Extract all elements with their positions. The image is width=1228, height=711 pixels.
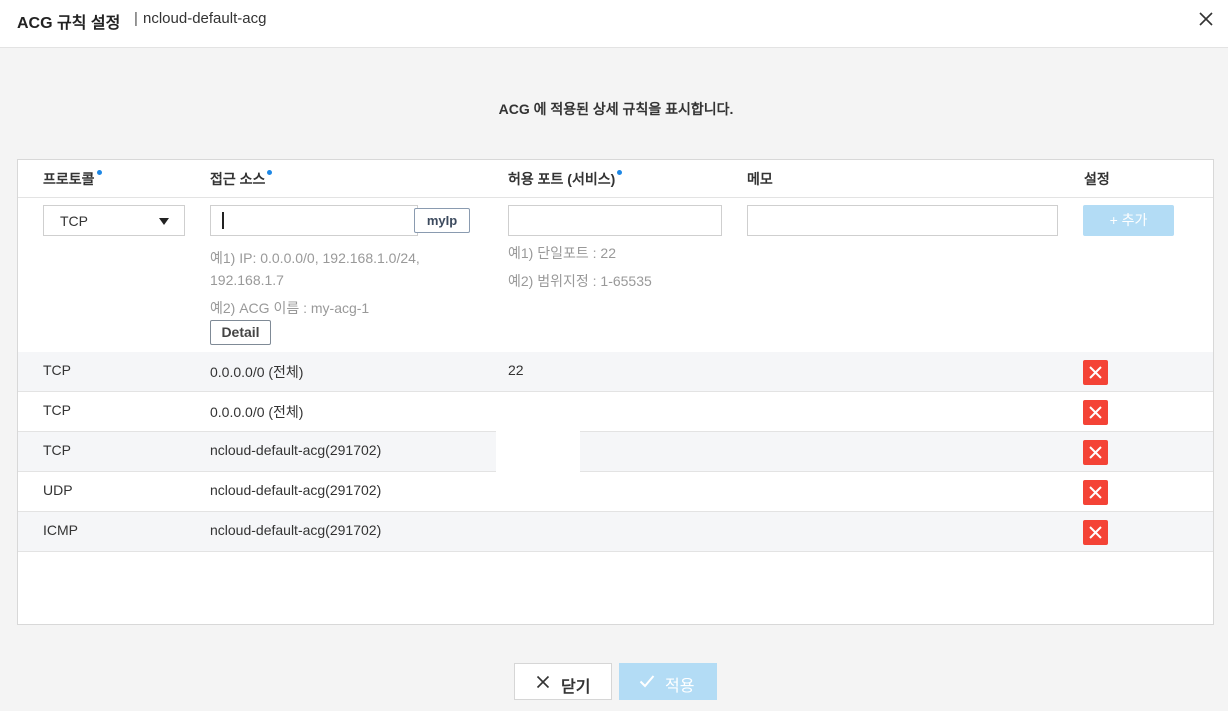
dialog-subtitle: ncloud-default-acg [143,10,267,27]
apply-button[interactable]: 적용 [619,663,717,700]
rules-list: TCP 0.0.0.0/0 (전체) 22 TCP 0.0.0.0/0 (전체)… [18,352,1213,552]
close-icon [536,675,550,694]
apply-button-label: 적용 [665,678,695,695]
header-settings: 설정 [1084,171,1110,187]
row-protocol: TCP [43,442,71,458]
protocol-select-value: TCP [60,213,88,229]
row-source: 0.0.0.0/0 (전체) [210,404,304,420]
table-row: UDP ncloud-default-acg(291702) [18,472,1213,512]
row-source: ncloud-default-acg(291702) [210,522,382,538]
title-separator: | [134,10,138,27]
rule-input-row: TCP myIp 예1) IP: 0.0.0.0/0, 192.168.1.0/… [18,197,1213,353]
table-header: 프로토콜 접근 소스 허용 포트 (서비스) 메모 설정 [18,160,1213,198]
row-source: ncloud-default-acg(291702) [210,442,382,458]
row-source: 0.0.0.0/0 (전체) [210,364,304,380]
delete-rule-button[interactable] [1083,480,1108,505]
redaction-block [496,403,580,505]
header-memo: 메모 [747,171,773,187]
row-source: ncloud-default-acg(291702) [210,482,382,498]
delete-rule-button[interactable] [1083,360,1108,385]
delete-rule-button[interactable] [1083,400,1108,425]
close-button-label: 닫기 [561,679,591,696]
table-row: ICMP ncloud-default-acg(291702) [18,512,1213,552]
close-icon [1089,406,1102,419]
row-protocol: TCP [43,362,71,378]
required-dot-icon [617,170,623,175]
delete-rule-button[interactable] [1083,440,1108,465]
description-text: ACG 에 적용된 상세 규칙을 표시합니다. [498,101,734,117]
source-input[interactable] [210,205,418,236]
check-icon [639,674,655,693]
header-source: 접근 소스 [210,169,273,189]
dialog-title: ACG 규칙 설정 [17,15,121,32]
port-hint-2: 예2) 범위지정 : 1-65535 [508,273,652,289]
table-row: TCP ncloud-default-acg(291702) [18,432,1213,472]
row-port: 22 [508,362,524,378]
required-dot-icon [267,170,273,175]
source-hint-1b: 192.168.1.7 [210,272,284,288]
header-port: 허용 포트 (서비스) [508,169,623,189]
detail-button[interactable]: Detail [210,320,271,345]
source-hint-1: 예1) IP: 0.0.0.0/0, 192.168.1.0/24, [210,250,420,266]
source-hint-2: 예2) ACG 이름 : my-acg-1 [210,300,370,316]
text-cursor [222,212,224,229]
row-protocol: ICMP [43,522,78,538]
header-protocol: 프로토콜 [43,169,102,189]
port-input[interactable] [508,205,722,236]
table-row: TCP 0.0.0.0/0 (전체) 22 [18,352,1213,392]
caret-down-icon [159,218,169,225]
close-icon [1089,446,1102,459]
add-rule-button[interactable]: + 추가 [1083,205,1174,236]
memo-input[interactable] [747,205,1058,236]
close-icon [1089,366,1102,379]
row-protocol: UDP [43,482,73,498]
dialog-header: ACG 규칙 설정 | ncloud-default-acg [0,0,1228,48]
table-row: TCP 0.0.0.0/0 (전체) [18,392,1213,432]
close-icon [1089,486,1102,499]
close-button[interactable]: 닫기 [514,663,612,700]
source-input-wrap [210,205,418,236]
port-hint-1: 예1) 단일포트 : 22 [508,245,616,261]
myip-button[interactable]: myIp [414,208,470,233]
required-dot-icon [96,170,102,175]
protocol-select[interactable]: TCP [43,205,185,236]
row-protocol: TCP [43,402,71,418]
close-icon [1089,526,1102,539]
delete-rule-button[interactable] [1083,520,1108,545]
close-icon[interactable] [1196,9,1216,29]
rules-panel: 프로토콜 접근 소스 허용 포트 (서비스) 메모 설정 TCP myIp 예1… [17,159,1214,625]
